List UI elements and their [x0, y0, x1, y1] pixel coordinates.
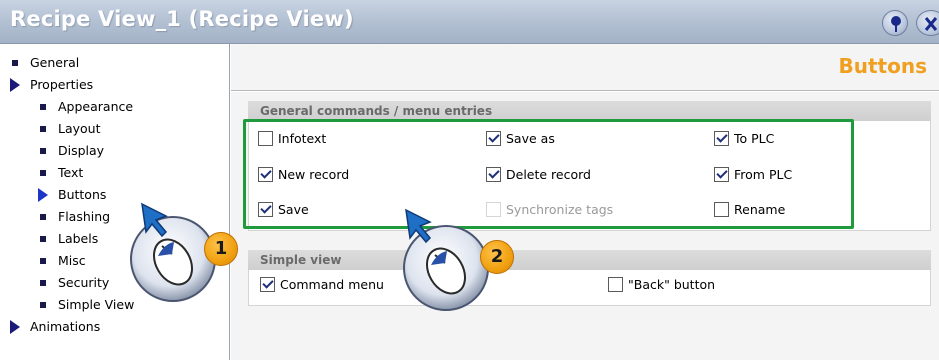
checkbox-box[interactable] [714, 167, 729, 182]
selected-triangle-icon [38, 188, 48, 202]
bullet-icon [40, 236, 46, 242]
checkbox-label: From PLC [734, 167, 793, 182]
page-title: Buttons [838, 54, 928, 78]
callout-badge-2: 2 [480, 240, 514, 274]
tree-item-label: Labels [58, 231, 99, 246]
checkbox-label: "Back" button [628, 277, 716, 292]
checkbox-box[interactable] [486, 131, 501, 146]
tree-item-label: Animations [30, 319, 101, 334]
checkbox-box[interactable] [608, 277, 623, 292]
tree-item-label: Misc [58, 253, 86, 268]
mouse-click-icon [130, 202, 216, 302]
tree-item-label: Flashing [58, 209, 111, 224]
tree-item-label: General [30, 55, 80, 70]
expand-triangle-icon[interactable] [10, 320, 20, 334]
callout-1 [118, 196, 258, 316]
checkbox-label: Command menu [280, 277, 384, 292]
checkbox-box[interactable] [714, 202, 729, 217]
checkbox-box[interactable] [258, 167, 273, 182]
checkbox-box[interactable] [258, 202, 273, 217]
bullet-icon [40, 214, 46, 220]
close-icon[interactable] [916, 10, 939, 36]
bullet-icon [40, 104, 46, 110]
tree-item-label: Security [58, 275, 110, 290]
tree-item-label: Properties [30, 77, 94, 92]
checkbox-label: To PLC [734, 131, 775, 146]
tree-item-label: Text [58, 165, 84, 180]
tree-item-label: Layout [58, 121, 101, 136]
checkbox-label: Delete record [506, 167, 591, 182]
checkbox-label: Rename [734, 202, 786, 217]
tree-item-label: Appearance [58, 99, 134, 114]
bullet-icon [40, 148, 46, 154]
bullet-icon [12, 60, 18, 66]
checkbox-label: Synchronize tags [506, 202, 614, 217]
bullet-icon [40, 170, 46, 176]
help-pin-icon[interactable] [882, 10, 908, 36]
checkbox-box[interactable] [260, 277, 275, 292]
checkbox-box[interactable] [486, 167, 501, 182]
tree-item-label: Display [58, 143, 105, 158]
checkbox-label: Save as [506, 131, 555, 146]
general-commands-header: General commands / menu entries [248, 101, 931, 121]
callout-badge-1: 1 [204, 232, 238, 266]
bullet-icon [40, 126, 46, 132]
bullet-icon [40, 302, 46, 308]
bullet-icon [40, 258, 46, 264]
checkbox-label: New record [278, 167, 350, 182]
checkbox-box[interactable] [714, 131, 729, 146]
checkbox-label: Save [278, 202, 309, 217]
bullet-icon [40, 280, 46, 286]
checkbox-box[interactable] [258, 131, 273, 146]
tree-item-label: Buttons [58, 187, 107, 202]
window-titlebar: Recipe View_1 (Recipe View) [0, 0, 939, 44]
divider [231, 91, 939, 92]
expand-triangle-icon[interactable] [10, 78, 20, 92]
checkbox-label: Infotext [278, 131, 327, 146]
simple-view-header: Simple view [248, 250, 931, 270]
window-title: Recipe View_1 (Recipe View) [10, 7, 354, 31]
